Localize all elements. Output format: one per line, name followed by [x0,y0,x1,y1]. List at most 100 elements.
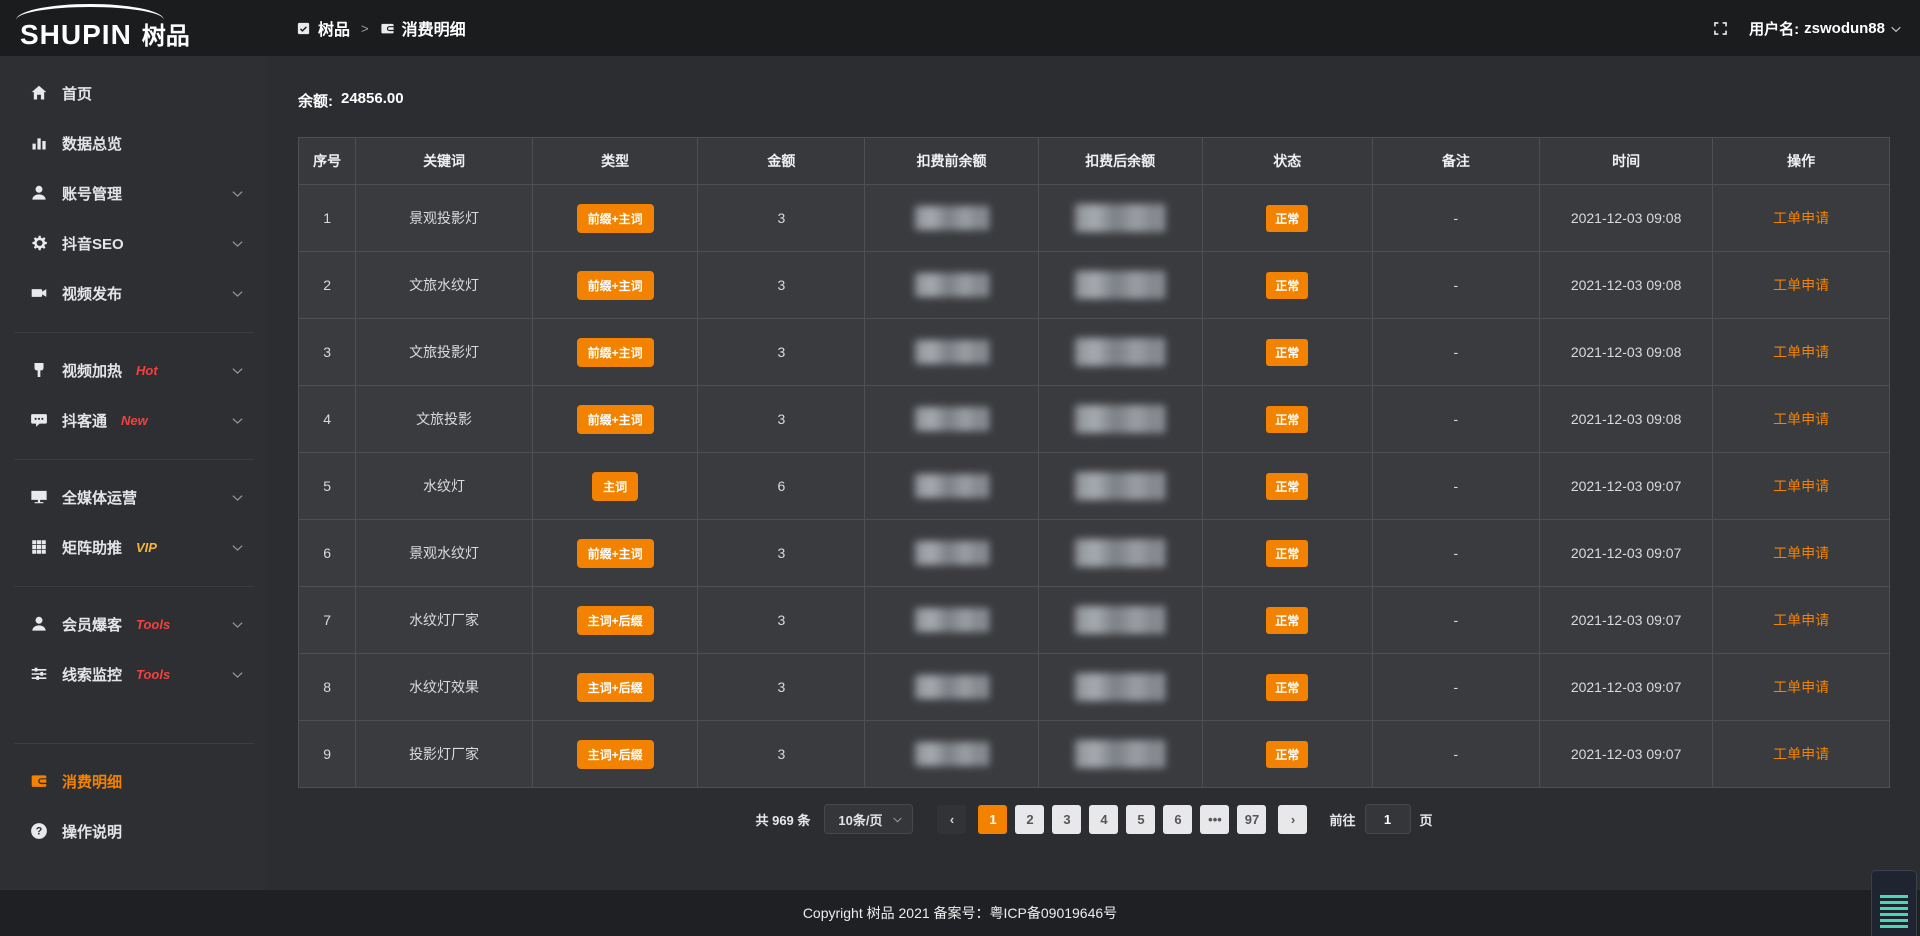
sidebar-item-douyin-seo[interactable]: 抖音SEO [14,218,254,268]
sidebar-item-lead-monitor[interactable]: 线索监控Tools [14,649,254,699]
sidebar-item-label: 视频发布 [62,283,122,304]
nav-group: 全媒体运营矩阵助推VIP [14,459,254,576]
cell-balance-after [1038,185,1202,252]
cell-index: 6 [299,520,356,587]
chart-icon [30,134,48,152]
logo-text-en: SHUPIN [20,21,132,49]
cell-time: 2021-12-03 09:07 [1539,520,1712,587]
masked-balance-value [915,407,989,431]
ticket-apply-link[interactable]: 工单申请 [1773,478,1829,494]
chevron-down-icon [231,364,244,377]
balance-summary: 余额: 24856.00 [298,90,1890,111]
sidebar-item-douketong[interactable]: 抖客通New [14,395,254,445]
page-button-5[interactable]: 5 [1126,805,1155,834]
cell-time: 2021-12-03 09:08 [1539,319,1712,386]
side-scroll-widget[interactable] [1871,870,1917,936]
goto-page-input[interactable] [1365,804,1411,834]
app-square-icon [296,21,311,36]
table-row: 7水纹灯厂家主词+后缀3正常-2021-12-03 09:07工单申请 [299,587,1890,654]
page-size-value: 10条/页 [838,810,882,829]
sidebar-item-label: 首页 [62,83,92,104]
chevron-down-icon [231,541,244,554]
ticket-apply-link[interactable]: 工单申请 [1773,210,1829,226]
sidebar-item-video-heat[interactable]: 视频加热Hot [14,345,254,395]
table-row: 8水纹灯效果主词+后缀3正常-2021-12-03 09:07工单申请 [299,654,1890,721]
page-button-4[interactable]: 4 [1089,805,1118,834]
cell-keyword: 文旅投影 [356,386,533,453]
ticket-apply-link[interactable]: 工单申请 [1773,277,1829,293]
page-button-6[interactable]: 6 [1163,805,1192,834]
sidebar-item-account-management[interactable]: 账号管理 [14,168,254,218]
more-pages-button[interactable]: ••• [1200,805,1229,834]
balance-value: 24856.00 [341,90,404,111]
sidebar-item-label: 会员爆客 [62,614,122,635]
ticket-apply-link[interactable]: 工单申请 [1773,612,1829,628]
cell-note: - [1372,386,1539,453]
status-badge: 正常 [1266,674,1308,701]
breadcrumb: 树品 > 消费明细 [296,16,466,40]
sidebar-item-operation-guide[interactable]: ?操作说明 [14,806,254,856]
masked-balance-value [1075,271,1165,299]
prev-page-button[interactable]: ‹ [937,805,966,834]
cell-note: - [1372,721,1539,788]
sidebar-item-matrix-boost[interactable]: 矩阵助推VIP [14,522,254,572]
goto-label: 前往 [1329,810,1355,829]
sidebar-item-omni-media[interactable]: 全媒体运营 [14,472,254,522]
cell-status: 正常 [1202,252,1372,319]
wallet-icon [30,772,48,790]
table-header-row: 序号关键词类型金额扣费前余额扣费后余额状态备注时间操作 [299,138,1890,185]
cell-amount: 3 [698,520,865,587]
type-badge: 前缀+主词 [577,405,654,434]
cell-time: 2021-12-03 09:07 [1539,654,1712,721]
content-area: 余额: 24856.00 序号关键词类型金额扣费前余额扣费后余额状态备注时间操作… [268,56,1920,890]
breadcrumb-root[interactable]: 树品 [318,16,350,40]
cell-balance-before [865,319,1038,386]
type-badge: 主词+后缀 [577,740,654,769]
ticket-apply-link[interactable]: 工单申请 [1773,746,1829,762]
cell-note: - [1372,654,1539,721]
chevron-down-icon [231,414,244,427]
ticket-apply-link[interactable]: 工单申请 [1773,545,1829,561]
type-badge: 前缀+主词 [577,204,654,233]
sidebar-item-video-publish[interactable]: 视频发布 [14,268,254,318]
cell-status: 正常 [1202,185,1372,252]
cell-action: 工单申请 [1713,386,1890,453]
cell-action: 工单申请 [1713,587,1890,654]
next-page-button[interactable]: › [1278,805,1307,834]
cell-amount: 3 [698,654,865,721]
page-button-3[interactable]: 3 [1052,805,1081,834]
sidebar-item-consumption-detail[interactable]: 消费明细 [14,756,254,806]
page-size-select[interactable]: 10条/页 [824,804,913,834]
sidebar-item-label: 消费明细 [62,771,122,792]
sidebar-item-data-overview[interactable]: 数据总览 [14,118,254,168]
page-button-2[interactable]: 2 [1015,805,1044,834]
fullscreen-icon[interactable] [1712,20,1729,37]
ticket-apply-link[interactable]: 工单申请 [1773,344,1829,360]
masked-balance-value [1075,539,1165,567]
copyright-text: Copyright 树品 2021 备案号：粤ICP备09019646号 [803,903,1117,923]
page-button-97[interactable]: 97 [1237,805,1266,834]
sidebar-item-member-burst[interactable]: 会员爆客Tools [14,599,254,649]
chevron-down-icon [231,237,244,250]
page-button-1[interactable]: 1 [978,805,1007,834]
cell-time: 2021-12-03 09:08 [1539,252,1712,319]
column-header: 状态 [1202,138,1372,185]
cell-keyword: 投影灯厂家 [356,721,533,788]
cell-balance-before [865,520,1038,587]
sidebar-item-badge: Tools [136,667,170,682]
user-menu[interactable]: 用户名: zswodun88 [1749,18,1902,39]
sidebar-item-label: 视频加热 [62,360,122,381]
masked-balance-value [915,340,989,364]
cell-balance-before [865,654,1038,721]
sidebar-item-home[interactable]: 首页 [14,68,254,118]
cell-status: 正常 [1202,386,1372,453]
masked-balance-value [1075,606,1165,634]
ticket-apply-link[interactable]: 工单申请 [1773,679,1829,695]
cell-type: 前缀+主词 [532,520,697,587]
sidebar-item-label: 抖音SEO [62,233,124,254]
cell-status: 正常 [1202,520,1372,587]
nav-group: 首页数据总览账号管理抖音SEO 视频发布 [14,64,254,322]
cell-balance-after [1038,721,1202,788]
ticket-apply-link[interactable]: 工单申请 [1773,411,1829,427]
chevron-down-icon [231,287,244,300]
